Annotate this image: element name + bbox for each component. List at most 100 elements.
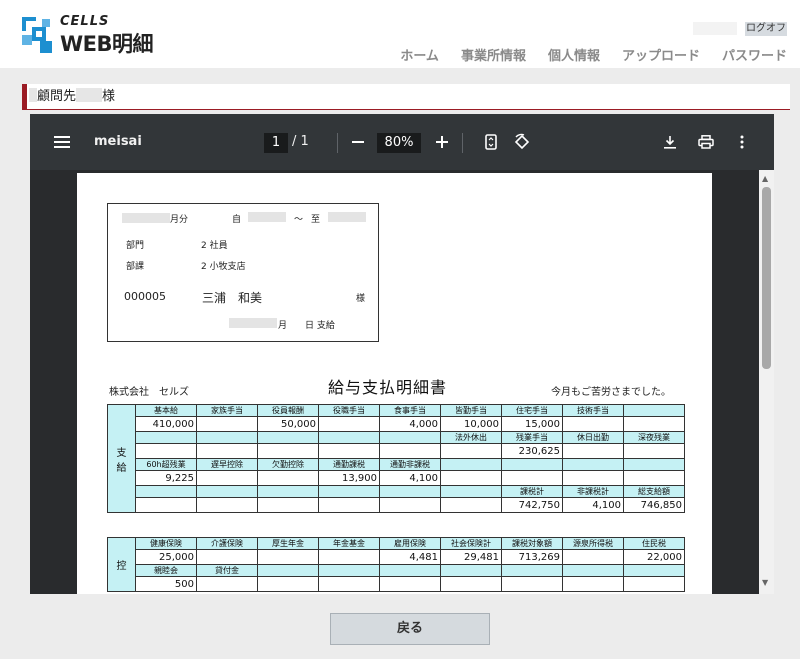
- pay-header-cell: [379, 485, 441, 498]
- deduct-header-cell: 雇用保険: [379, 537, 441, 550]
- deduct-header-cell: [562, 564, 624, 577]
- pay-header-cell: [135, 431, 197, 444]
- table-row: 410,000 50,000 4,000 10,000 15,000: [108, 416, 685, 432]
- pay-header-cell: [135, 485, 197, 498]
- nav-upload[interactable]: アップロード: [622, 45, 700, 64]
- logout-button[interactable]: ログオフ: [745, 22, 787, 36]
- pdf-viewer: meisai 1 / 1 80% 月分 自 ～ 至 部門 2 社員 部課 2 小…: [30, 114, 774, 594]
- deduct-value-cell: 22,000: [623, 549, 685, 565]
- pay-day: 月 日 支給: [278, 321, 335, 331]
- more-options-icon[interactable]: [732, 132, 752, 152]
- redaction: [122, 213, 170, 223]
- pay-header-cell: 欠勤控除: [257, 458, 319, 471]
- pay-header-cell: [257, 485, 319, 498]
- zoom-level-input[interactable]: 80%: [377, 133, 421, 153]
- deduct-header-cell: 厚生年金: [257, 537, 319, 550]
- pay-header-cell: [196, 485, 258, 498]
- pay-value-cell: [379, 497, 441, 513]
- fit-page-icon[interactable]: [481, 132, 501, 152]
- deduct-value-cell: [562, 576, 624, 592]
- period-month: 月分: [122, 212, 188, 225]
- menu-icon[interactable]: [52, 132, 72, 152]
- deduct-value-cell: [623, 576, 685, 592]
- pay-header-cell: [623, 458, 685, 471]
- pay-value-cell: [196, 443, 258, 459]
- pdf-toolbar: meisai 1 / 1 80%: [30, 114, 774, 170]
- deduct-header-cell: [501, 564, 563, 577]
- deduct-value-cell: 500: [135, 576, 197, 592]
- pay-header-cell: 非課税計: [562, 485, 624, 498]
- deduct-side-label: 控: [107, 537, 136, 592]
- pay-header-cell: 法外休出: [440, 431, 502, 444]
- deduct-value-cell: [440, 576, 502, 592]
- pay-header-cell: [257, 431, 319, 444]
- pay-header-cell: 基本給: [135, 404, 197, 417]
- pay-value-cell: [318, 416, 380, 432]
- redaction: [76, 88, 103, 102]
- back-button[interactable]: 戻る: [330, 613, 490, 645]
- nav-password[interactable]: パスワード: [722, 45, 787, 64]
- vertical-scrollbar[interactable]: ▲ ▼: [759, 170, 774, 594]
- pay-value-cell: [562, 443, 624, 459]
- pay-value-cell: [623, 470, 685, 486]
- pay-value-cell: [318, 497, 380, 513]
- deduct-value-cell: 29,481: [440, 549, 502, 565]
- zoom-out-icon[interactable]: [348, 132, 368, 152]
- deduct-value-cell: [318, 576, 380, 592]
- user-name-redacted: [693, 22, 737, 35]
- zoom-in-icon[interactable]: [432, 132, 452, 152]
- pay-value-cell: [440, 443, 502, 459]
- pay-value-cell: [562, 470, 624, 486]
- deduct-header-cell: [379, 564, 441, 577]
- pay-header-cell: 通勤非課税: [379, 458, 441, 471]
- print-icon[interactable]: [696, 132, 716, 152]
- pay-value-cell: 10,000: [440, 416, 502, 432]
- pay-header-cell: [623, 404, 685, 417]
- table-row: 法外休出 残業手当 休日出勤 深夜残業: [108, 431, 685, 444]
- pay-value-cell: [623, 443, 685, 459]
- pdf-page: 月分 自 ～ 至 部門 2 社員 部課 2 小牧支店 000005 三浦 和美 …: [77, 173, 712, 594]
- download-icon[interactable]: [660, 132, 680, 152]
- page-number-input[interactable]: 1: [264, 133, 288, 153]
- scrollbar-thumb[interactable]: [762, 187, 771, 369]
- pay-header-cell: 住宅手当: [501, 404, 563, 417]
- pay-header-cell: 60h超残業: [135, 458, 197, 471]
- table-row: 230,625: [108, 443, 685, 459]
- redaction: [248, 212, 286, 224]
- cells-web-logo[interactable]: CELLS WEB明細: [22, 14, 162, 56]
- pay-header-cell: 深夜残業: [623, 431, 685, 444]
- nav-personal-info[interactable]: 個人情報: [548, 45, 600, 64]
- nav-home[interactable]: ホーム: [400, 45, 439, 64]
- period-month-label: 月分: [170, 215, 189, 225]
- pay-value-cell: [135, 497, 197, 513]
- nav-office-info[interactable]: 事業所情報: [461, 45, 526, 64]
- rotate-icon[interactable]: [512, 132, 532, 152]
- deduct-header-cell: 介護保険: [196, 537, 258, 550]
- honorific: 様: [356, 294, 366, 304]
- pay-side-label: 支 給: [107, 404, 136, 513]
- pay-value-cell: 50,000: [257, 416, 319, 432]
- period-tilde: ～: [294, 215, 304, 225]
- scroll-down-arrow-icon[interactable]: ▼: [762, 578, 768, 587]
- deduct-value-cell: [318, 549, 380, 565]
- toolbar-divider: [337, 133, 338, 153]
- payment-table: 支 給基本給 家族手当 役員報酬 役職手当 食事手当 皆勤手当 住宅手当 技術手当 410,00…: [107, 404, 685, 513]
- table-row: 控健康保険 介護保険 厚生年金 年金基金 雇用保険 社会保険計 課税対象額 源泉所得税 住民税: [107, 537, 685, 592]
- pay-header-cell: [318, 431, 380, 444]
- company-name: 株式会社 セルズ: [109, 387, 189, 398]
- deduct-header-cell: 親睦会: [135, 564, 197, 577]
- pay-value-cell: [196, 416, 258, 432]
- scroll-up-arrow-icon[interactable]: ▲: [762, 174, 768, 183]
- thanks-message: 今月もご苦労さまでした。: [551, 387, 671, 398]
- deduction-table: 控健康保険 介護保険 厚生年金 年金基金 雇用保険 社会保険計 課税対象額 源泉所得税 住民税 2…: [107, 537, 685, 592]
- table-row: 500: [108, 576, 685, 592]
- pay-value-cell: [135, 443, 197, 459]
- pay-header-cell: 残業手当: [501, 431, 563, 444]
- deduct-header-cell: [257, 564, 319, 577]
- pay-header-cell: 休日出勤: [562, 431, 624, 444]
- deduct-header-cell: 源泉所得税: [562, 537, 624, 550]
- pay-value-cell: 13,900: [318, 470, 380, 486]
- pay-value-cell: 746,850: [623, 497, 685, 513]
- table-row: 支 給基本給 家族手当 役員報酬 役職手当 食事手当 皆勤手当 住宅手当 技術手当: [107, 404, 685, 513]
- pay-value-cell: 4,100: [379, 470, 441, 486]
